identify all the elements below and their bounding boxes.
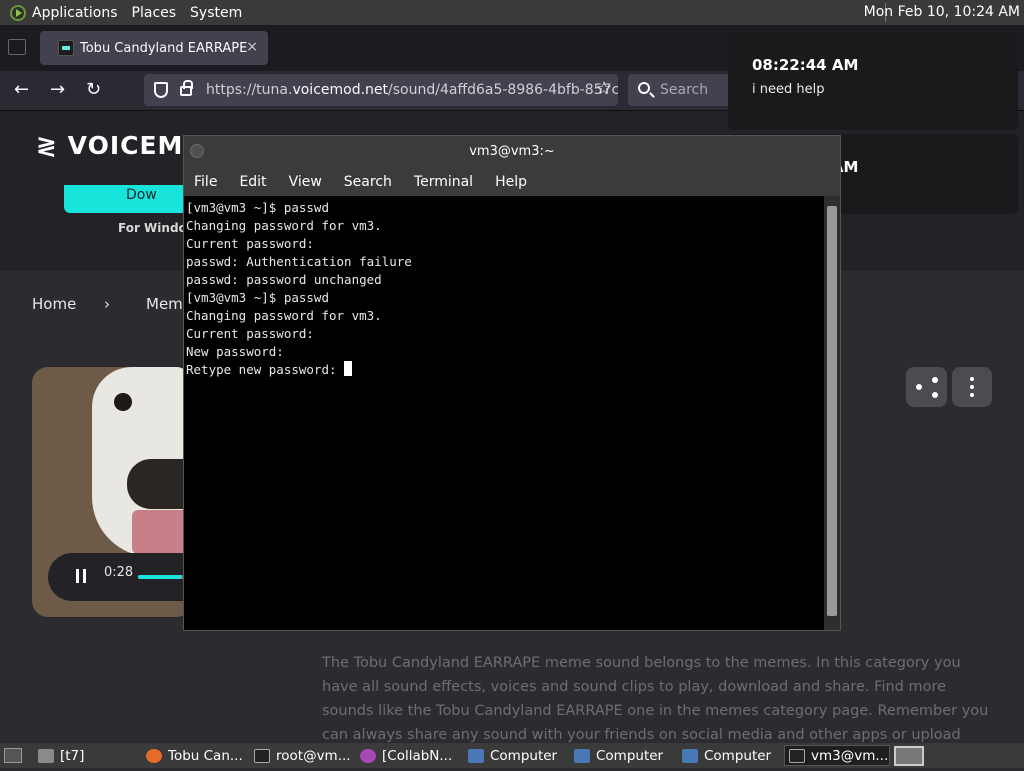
- terminal-menu-view[interactable]: View: [289, 174, 322, 190]
- reload-icon[interactable]: ↻: [86, 79, 101, 100]
- player-progress-fill: [138, 575, 182, 579]
- tab-close-icon[interactable]: ×: [246, 39, 258, 55]
- terminal-icon: [254, 748, 270, 763]
- task-label: [t7]: [60, 747, 85, 764]
- task-terminal-vm3[interactable]: vm3@vm...: [784, 745, 890, 766]
- breadcrumb-home[interactable]: Home: [32, 295, 76, 313]
- vm-mark-icon: ≷: [36, 131, 68, 160]
- search-icon: [638, 82, 650, 94]
- task-folder[interactable]: [t7]: [34, 745, 140, 766]
- terminal-output[interactable]: [vm3@vm3 ~]$ passwd Changing password fo…: [184, 196, 824, 630]
- more-options-button[interactable]: [952, 367, 992, 407]
- task-label: Computer: [490, 747, 558, 764]
- task-label: [CollabN...: [382, 747, 453, 764]
- share-icon-node: [932, 392, 938, 398]
- tab-list-icon[interactable]: [8, 39, 26, 55]
- notification-time: 08:22:44 AM: [752, 56, 859, 74]
- folder-icon: [38, 748, 54, 763]
- terminal-titlebar[interactable]: vm3@vm3:~: [184, 136, 840, 168]
- more-dots-icon: [970, 393, 974, 397]
- task-label: Computer: [596, 747, 664, 764]
- panel-clock[interactable]: Mon Feb 10, 10:24 AM: [864, 4, 1020, 20]
- scrollbar-thumb[interactable]: [827, 206, 837, 616]
- bookmark-star-icon[interactable]: ☆: [596, 78, 612, 99]
- computer-icon: [574, 748, 590, 763]
- terminal-icon: [789, 748, 805, 763]
- share-icon: [932, 377, 938, 383]
- tab-title: Tobu Candyland EARRAPE: [80, 40, 248, 56]
- terminal-menu-search[interactable]: Search: [344, 174, 392, 190]
- terminal-scrollbar[interactable]: [824, 196, 840, 630]
- terminal-menu-terminal[interactable]: Terminal: [414, 174, 473, 190]
- task-label: root@vm...: [276, 747, 351, 764]
- terminal-menu-edit[interactable]: Edit: [239, 174, 266, 190]
- task-label: vm3@vm...: [811, 747, 889, 764]
- share-icon-node: [916, 384, 922, 390]
- tracking-shield-icon[interactable]: [154, 82, 168, 98]
- breadcrumb-separator: ›: [104, 295, 110, 313]
- task-firefox-tobu[interactable]: Tobu Can...: [142, 745, 246, 766]
- for-windows-label: For Windo: [118, 221, 187, 235]
- workspace-switcher[interactable]: [894, 746, 924, 766]
- more-dots-icon: [970, 385, 974, 389]
- show-desktop-icon[interactable]: [4, 748, 22, 763]
- window-menu-icon[interactable]: [190, 144, 204, 158]
- task-firefox-collab[interactable]: [CollabN...: [356, 745, 460, 766]
- task-label: Computer: [704, 747, 772, 764]
- url-path: /sound/4affd6a5-8986-4bfb-857c: [388, 82, 618, 98]
- browser-tab[interactable]: Tobu Candyland EARRAPE ×: [40, 31, 268, 65]
- menu-system[interactable]: System: [190, 5, 242, 21]
- back-icon[interactable]: ←: [14, 79, 29, 100]
- menu-applications[interactable]: Applications: [32, 5, 118, 21]
- task-computer-3[interactable]: Computer: [678, 745, 782, 766]
- lock-icon[interactable]: [180, 80, 193, 96]
- task-terminal-root[interactable]: root@vm...: [250, 745, 354, 766]
- forward-icon[interactable]: →: [50, 79, 65, 100]
- terminal-menubar: File Edit View Search Terminal Help: [184, 168, 840, 196]
- url-bar[interactable]: https://tuna. voicemod.net /sound/4affd6…: [144, 74, 618, 106]
- task-computer-2[interactable]: Computer: [570, 745, 674, 766]
- terminal-cursor: [344, 361, 353, 376]
- notification-message: i need help: [752, 82, 825, 97]
- url-prefix: https://tuna.: [206, 82, 293, 98]
- dog-eye: [114, 393, 132, 411]
- terminal-menu-help[interactable]: Help: [495, 174, 527, 190]
- player-time: 0:28: [104, 565, 134, 580]
- more-dots-icon: [970, 377, 974, 381]
- download-label: Dow: [126, 187, 157, 203]
- sound-player-image: 0:28: [32, 367, 192, 617]
- firefox-icon: [146, 748, 162, 763]
- terminal-text: [vm3@vm3 ~]$ passwd Changing password fo…: [186, 200, 412, 377]
- search-placeholder: Search: [660, 82, 709, 98]
- url-host: voicemod.net: [292, 82, 389, 98]
- voicemod-favicon-icon: [58, 40, 74, 56]
- terminal-menu-file[interactable]: File: [194, 174, 217, 190]
- task-label: Tobu Can...: [168, 747, 243, 764]
- notification-1[interactable]: 08:22:44 AM i need help: [728, 32, 1018, 130]
- share-button[interactable]: [906, 367, 947, 407]
- firefox-icon: [360, 748, 376, 763]
- terminal-window[interactable]: vm3@vm3:~ File Edit View Search Terminal…: [183, 135, 841, 631]
- task-computer-1[interactable]: Computer: [464, 745, 568, 766]
- computer-icon: [468, 748, 484, 763]
- pause-icon[interactable]: [76, 569, 86, 583]
- taskbar: [t7] Tobu Can... root@vm... [CollabN... …: [0, 743, 1024, 768]
- distro-logo-icon[interactable]: [10, 4, 26, 21]
- terminal-title: vm3@vm3:~: [469, 144, 555, 159]
- computer-icon: [682, 748, 698, 763]
- menu-places[interactable]: Places: [132, 5, 177, 21]
- top-panel: Applications Places System Mon Feb 10, 1…: [0, 0, 1024, 25]
